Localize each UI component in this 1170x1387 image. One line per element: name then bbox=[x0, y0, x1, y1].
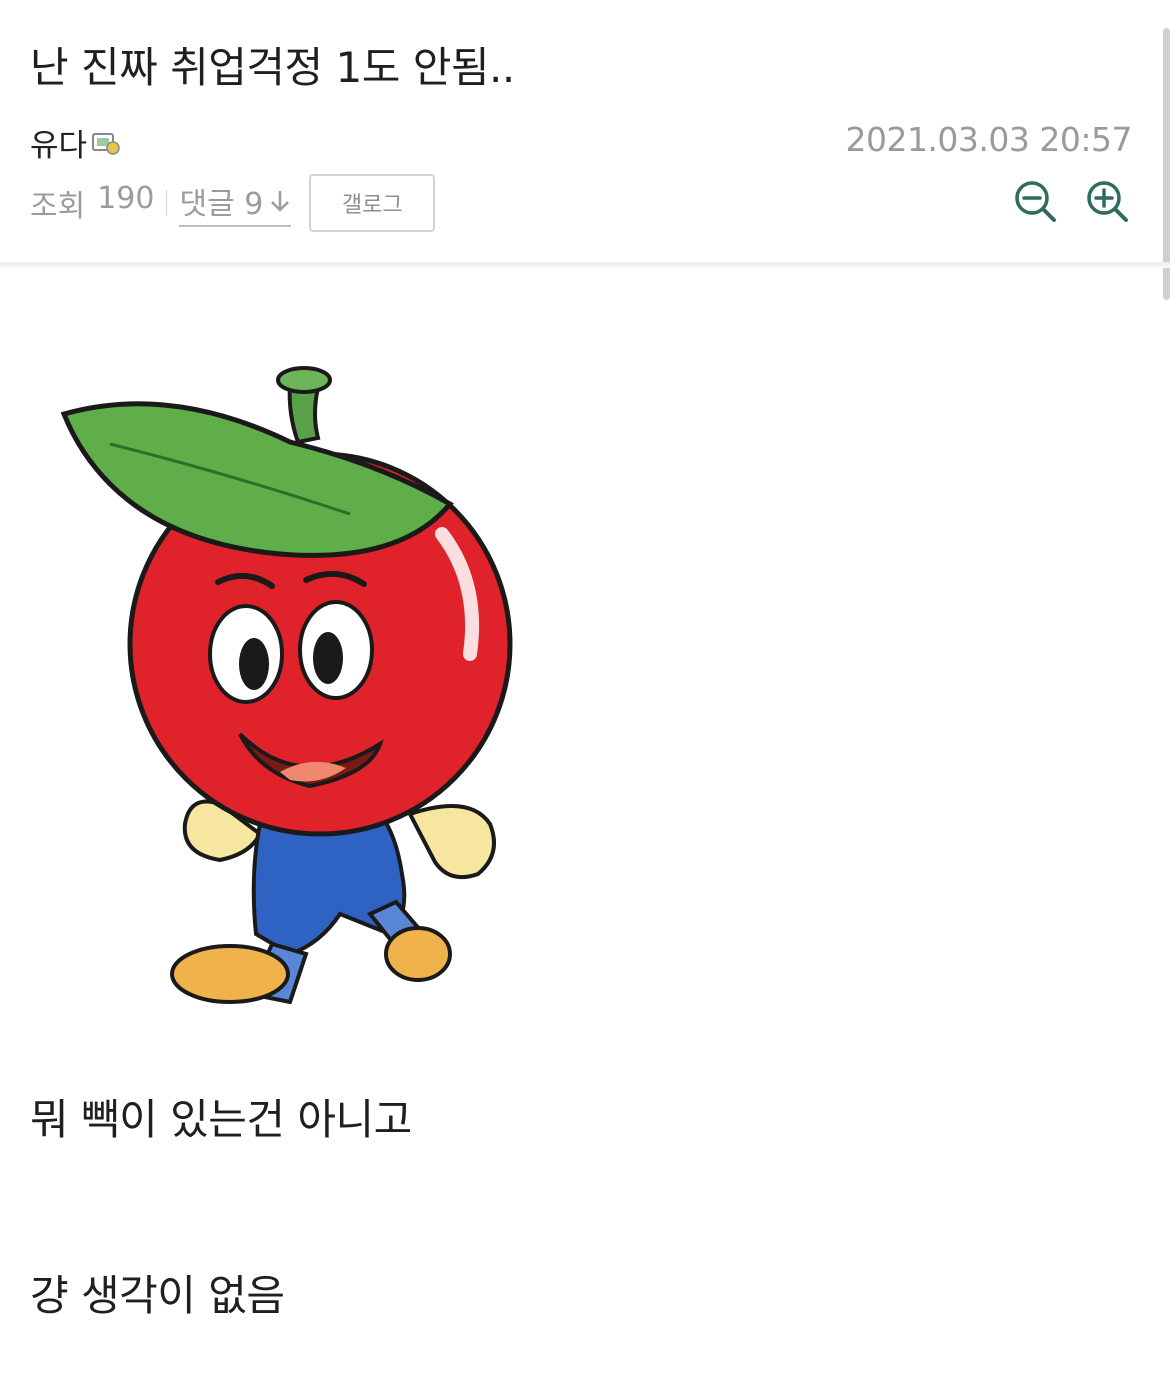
comment-link[interactable]: 댓글 9 bbox=[179, 179, 292, 227]
author-row[interactable]: 유다 bbox=[30, 120, 121, 165]
apple-mascot-image bbox=[60, 366, 513, 1004]
view-number: 190 bbox=[97, 181, 155, 216]
zoom-out-icon[interactable] bbox=[1010, 176, 1060, 226]
post-body-line-2: 걍 생각이 없음 bbox=[30, 1271, 285, 1320]
scrollbar[interactable] bbox=[1163, 28, 1170, 300]
post-header: 난 진짜 취업걱정 1도 안됨.. 유다 2021.03.03 20:57 조회… bbox=[0, 0, 1170, 262]
view-count: 조회 190 bbox=[30, 181, 154, 225]
zoom-in-icon[interactable] bbox=[1082, 176, 1132, 226]
comment-count: 댓글 9 bbox=[179, 187, 264, 222]
post-title: 난 진짜 취업걱정 1도 안됨.. bbox=[30, 43, 515, 92]
cafe-member-icon bbox=[92, 132, 120, 155]
post-meta: 조회 190 댓글 9 갤로그 bbox=[30, 174, 436, 232]
post-date: 2021.03.03 20:57 bbox=[845, 120, 1132, 159]
down-arrow-icon bbox=[271, 191, 290, 212]
view-label: 조회 bbox=[30, 189, 86, 224]
meta-divider bbox=[166, 190, 168, 216]
gallog-button[interactable]: 갤로그 bbox=[309, 174, 436, 232]
post-content: 뭐 빽이 있는건 아니고 걍 생각이 없음 bbox=[0, 268, 1170, 1387]
post-body-line-1: 뭐 빽이 있는건 아니고 bbox=[30, 1095, 412, 1144]
author-name[interactable]: 유다 bbox=[30, 120, 87, 165]
